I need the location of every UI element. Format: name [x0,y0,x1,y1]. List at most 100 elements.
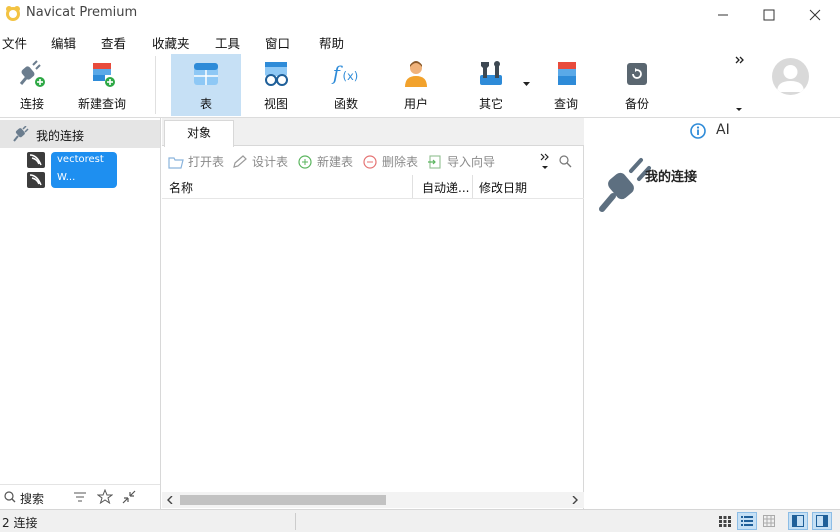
search-icon[interactable] [559,155,572,168]
connection-name[interactable]: W... [57,172,113,183]
list-icon [741,516,753,526]
design-table-button[interactable]: 设计表 [232,153,288,170]
query-button[interactable]: 查询 [546,54,586,116]
dropdown-icon[interactable] [542,166,548,170]
menu-help[interactable]: 帮助 [319,33,344,52]
plug-add-icon [19,60,45,87]
open-table-button[interactable]: 打开表 [168,153,224,170]
toolbar-separator [155,56,156,114]
other-label: 其它 [478,97,503,111]
new-query-button[interactable]: 新建查询 [75,54,129,116]
info-icon[interactable] [690,123,706,139]
search-icon [4,491,16,503]
toolbar-dropdown-icon[interactable] [736,108,742,112]
ai-tab[interactable]: AI [716,122,730,138]
objects-panel: 对象 打开表 设计表 新建表 删除表 导入向导 名称 自动递... 修改日期 [162,118,584,509]
svg-text:(x): (x) [342,69,358,83]
scrollbar-thumb[interactable] [180,495,386,505]
navigator-search[interactable]: 搜索 [20,490,44,507]
column-auto-increment[interactable]: 自动递... [422,179,469,196]
view-button[interactable]: 视图 [253,54,299,116]
collapse-icon[interactable] [122,490,136,504]
navicat-logo-icon [6,6,20,21]
grid-view-button[interactable] [715,512,735,530]
mysql-connection-icon[interactable] [27,172,45,188]
query-label: 查询 [553,97,578,111]
column-name[interactable]: 名称 [169,179,193,196]
selected-connections[interactable]: vectorest W... [51,152,117,188]
other-dropdown-icon[interactable] [523,82,530,87]
scroll-left-icon[interactable] [166,496,174,504]
backup-icon [627,63,647,85]
menu-window[interactable]: 窗口 [265,33,290,52]
minimize-button[interactable] [700,0,746,30]
main-toolbar: 连接 新建查询 表 视图 f (x) 函数 用户 其它 查询 备份 [0,52,840,118]
tab-objects[interactable]: 对象 [164,120,234,147]
column-divider[interactable] [412,175,413,198]
backup-label: 备份 [624,97,649,111]
toolbar-overflow-icon[interactable] [735,55,745,65]
toolbar-overflow-icon[interactable] [540,152,550,162]
function-button[interactable]: f (x) 函数 [324,54,368,116]
maximize-icon [763,9,775,21]
import-wizard-button[interactable]: 导入向导 [427,153,495,170]
maximize-button[interactable] [746,0,792,30]
tree-root-label: 我的连接 [36,129,85,143]
tools-icon [480,61,502,85]
function-label: 函数 [333,97,358,111]
scroll-right-icon[interactable] [571,496,579,504]
toggle-info-panel-button[interactable] [812,512,832,530]
close-icon [809,9,821,21]
connection-name[interactable]: vectorest [57,154,113,165]
title-bar: Navicat Premium [0,0,840,30]
connect-button[interactable]: 连接 [8,54,56,116]
horizontal-scrollbar[interactable] [162,492,584,508]
user-avatar-icon [777,65,804,92]
status-bar: 2 连接 [0,509,840,532]
column-divider[interactable] [472,175,473,198]
toggle-navigator-button[interactable] [788,512,808,530]
menu-view[interactable]: 查看 [101,33,126,52]
user-button[interactable]: 用户 [396,54,436,116]
table-label: 表 [199,97,212,111]
view-label: 视图 [263,97,288,111]
list-view-button[interactable] [737,512,757,530]
close-button[interactable] [792,0,838,30]
add-circle-icon [298,154,312,169]
menu-edit[interactable]: 编辑 [51,33,76,52]
other-button[interactable]: 其它 [468,54,514,116]
table-header: 名称 自动递... 修改日期 [162,175,584,199]
pencil-icon [233,154,247,168]
table-button[interactable]: 表 [171,54,241,116]
detail-grid-icon [763,515,775,527]
minimize-icon [718,14,728,16]
objects-toolbar: 打开表 设计表 新建表 删除表 导入向导 [162,147,584,175]
star-icon[interactable] [97,489,113,504]
query-icon [558,62,576,85]
grid-icon [719,516,731,527]
new-table-button[interactable]: 新建表 [297,153,353,170]
menu-favorites[interactable]: 收藏夹 [152,33,190,52]
new-query-icon [93,63,115,87]
dolphin-icon [29,154,42,166]
tree-root-my-connections[interactable]: 我的连接 [0,120,160,148]
detail-view-button[interactable] [759,512,779,530]
column-modified-date[interactable]: 修改日期 [479,179,527,196]
view-icon [265,62,288,86]
filter-icon[interactable] [73,491,87,503]
new-query-label: 新建查询 [77,97,126,111]
info-title: 我的连接 [645,170,698,185]
navigator-footer: 搜索 [0,484,160,508]
backup-button[interactable]: 备份 [616,54,658,116]
info-panel: AI 我的连接 [585,118,840,509]
user-label: 用户 [403,97,428,111]
window-title: Navicat Premium [26,5,138,20]
mysql-connection-icon[interactable] [27,152,45,168]
plug-icon [13,126,29,142]
menu-file[interactable]: 文件 [2,33,27,52]
right-pane-icon [816,515,828,527]
avatar[interactable] [772,58,809,95]
menu-tools[interactable]: 工具 [215,33,240,52]
tab-bar: 对象 [162,118,584,147]
delete-table-button[interactable]: 删除表 [362,153,418,170]
